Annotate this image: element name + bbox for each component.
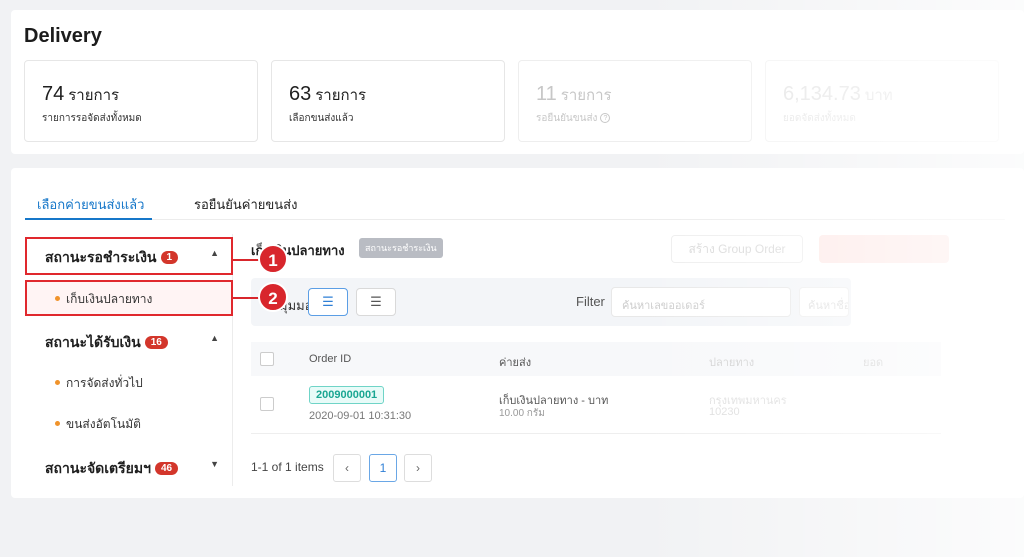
stat-number: 6,134.73 [783,83,861,105]
column-header-amount: ยอด [863,357,884,369]
sidebar-item-general-shipping[interactable]: การจัดส่งทั่วไป [25,364,233,398]
active-tab-indicator [25,218,152,220]
order-id-tag[interactable]: 2009000001 [309,386,385,404]
highlight-box-cod [25,280,233,316]
bullet-dot-icon [55,380,60,385]
stat-card-total: 74 รายการ รายการรอจัดส่งทั้งหมด [24,60,258,142]
customer-search-input[interactable]: ค้นหาชื่อลูกค้า [799,287,849,317]
stat-label: ยอดจัดส่งทั้งหมด [783,113,856,124]
stat-unit: บาท [864,87,893,104]
primary-action-button[interactable] [819,235,949,263]
table-header: Order ID ค่ายส่ง ปลายทาง ยอด [251,342,941,376]
order-date: 2020-09-01 10:31:30 [309,410,412,422]
group-view-button[interactable]: ☰ [356,288,396,316]
select-all-checkbox[interactable] [260,352,274,366]
stat-unit: รายการ [315,87,367,104]
stat-label: เลือกขนส่งแล้ว [289,113,354,124]
stat-unit: รายการ [560,87,612,104]
callout-badge: 1 [258,244,288,274]
page-number-button[interactable]: 1 [369,454,397,482]
count-badge: 46 [154,462,179,475]
callout-badge: 2 [258,282,288,312]
pagination-summary: 1-1 of 1 items [251,460,324,474]
filter-bar: มุมมอง ☰ ☰ Filter ค้นหาเลขออเดอร์ ค้นหาช… [251,278,851,326]
sidebar-group-label: สถานะจัดเตรียมฯ [45,460,151,476]
row-checkbox[interactable] [260,397,274,411]
orders-card: เลือกค่ายขนส่งแล้ว รอยืนยันค่ายขนส่ง สถา… [11,168,1024,498]
stat-label: รอยืนยันขนส่ง [536,113,598,124]
chevron-up-icon[interactable]: ▲ [210,333,219,343]
stat-card-amount: 6,134.73 บาท ยอดจัดส่งทั้งหมด [765,60,999,142]
table-row: 2009000001 2020-09-01 10:31:30 เก็บเงินป… [251,376,941,434]
filter-label: Filter [576,294,605,309]
layers-icon: ☰ [370,294,382,309]
sidebar-group-paid[interactable]: สถานะได้รับเงิน 16 ▲ [25,322,233,358]
create-group-order-button[interactable]: สร้าง Group Order [671,235,803,263]
column-header-carrier: ค่ายส่ง [499,357,532,369]
stat-card-pending: 11 รายการ รอยืนยันขนส่ง? [518,60,752,142]
order-search-input[interactable]: ค้นหาเลขออเดอร์ [611,287,791,317]
sidebar-item-label: ขนส่งอัตโนมัติ [66,417,141,431]
sidebar-group-label: สถานะได้รับเงิน [45,334,141,350]
sidebar-item-label: การจัดส่งทั่วไป [66,376,143,390]
column-header-destination: ปลายทาง [709,357,755,369]
chevron-down-icon[interactable]: ▼ [210,459,219,469]
next-page-button[interactable]: › [404,454,432,482]
bullet-dot-icon [55,421,60,426]
count-badge: 16 [144,336,168,349]
stat-card-selected: 63 รายการ เลือกขนส่งแล้ว [271,60,505,142]
summary-card: Delivery 74 รายการ รายการรอจัดส่งทั้งหมด … [11,10,1024,154]
stat-number: 63 [289,83,312,105]
list-view-button[interactable]: ☰ [308,288,348,316]
stat-number: 74 [42,83,65,105]
stat-number: 11 [536,83,557,105]
tab-bar: เลือกค่ายขนส่งแล้ว รอยืนยันค่ายขนส่ง [25,184,1005,220]
prev-page-button[interactable]: ‹ [333,454,361,482]
orders-content: เก็บเงินปลายทาง สถานะรอชำระเงิน สร้าง Gr… [251,228,951,486]
tab-selected-carrier[interactable]: เลือกค่ายขนส่งแล้ว [37,194,144,215]
question-circle-icon[interactable]: ? [600,113,611,124]
pagination: 1-1 of 1 items ‹ 1 › [251,452,551,482]
status-chip: สถานะรอชำระเงิน [359,238,443,258]
callout-connector [233,259,260,261]
highlight-box-awaiting-payment [25,237,233,275]
callout-connector [233,297,260,299]
destination-postcode: 10230 [709,406,740,418]
sidebar-group-preparing[interactable]: สถานะจัดเตรียมฯ 46 ▼ [25,448,233,484]
sidebar-item-auto-shipping[interactable]: ขนส่งอัตโนมัติ [25,405,233,439]
page-title: Delivery [24,25,102,47]
column-header-order-id: Order ID [309,353,352,365]
shipping-weight: 10.00 กรัม [499,408,545,419]
stat-unit: รายการ [68,87,120,104]
list-icon: ☰ [322,294,334,309]
tab-pending-carrier[interactable]: รอยืนยันค่ายขนส่ง [194,194,297,215]
stat-label: รายการรอจัดส่งทั้งหมด [42,113,142,124]
